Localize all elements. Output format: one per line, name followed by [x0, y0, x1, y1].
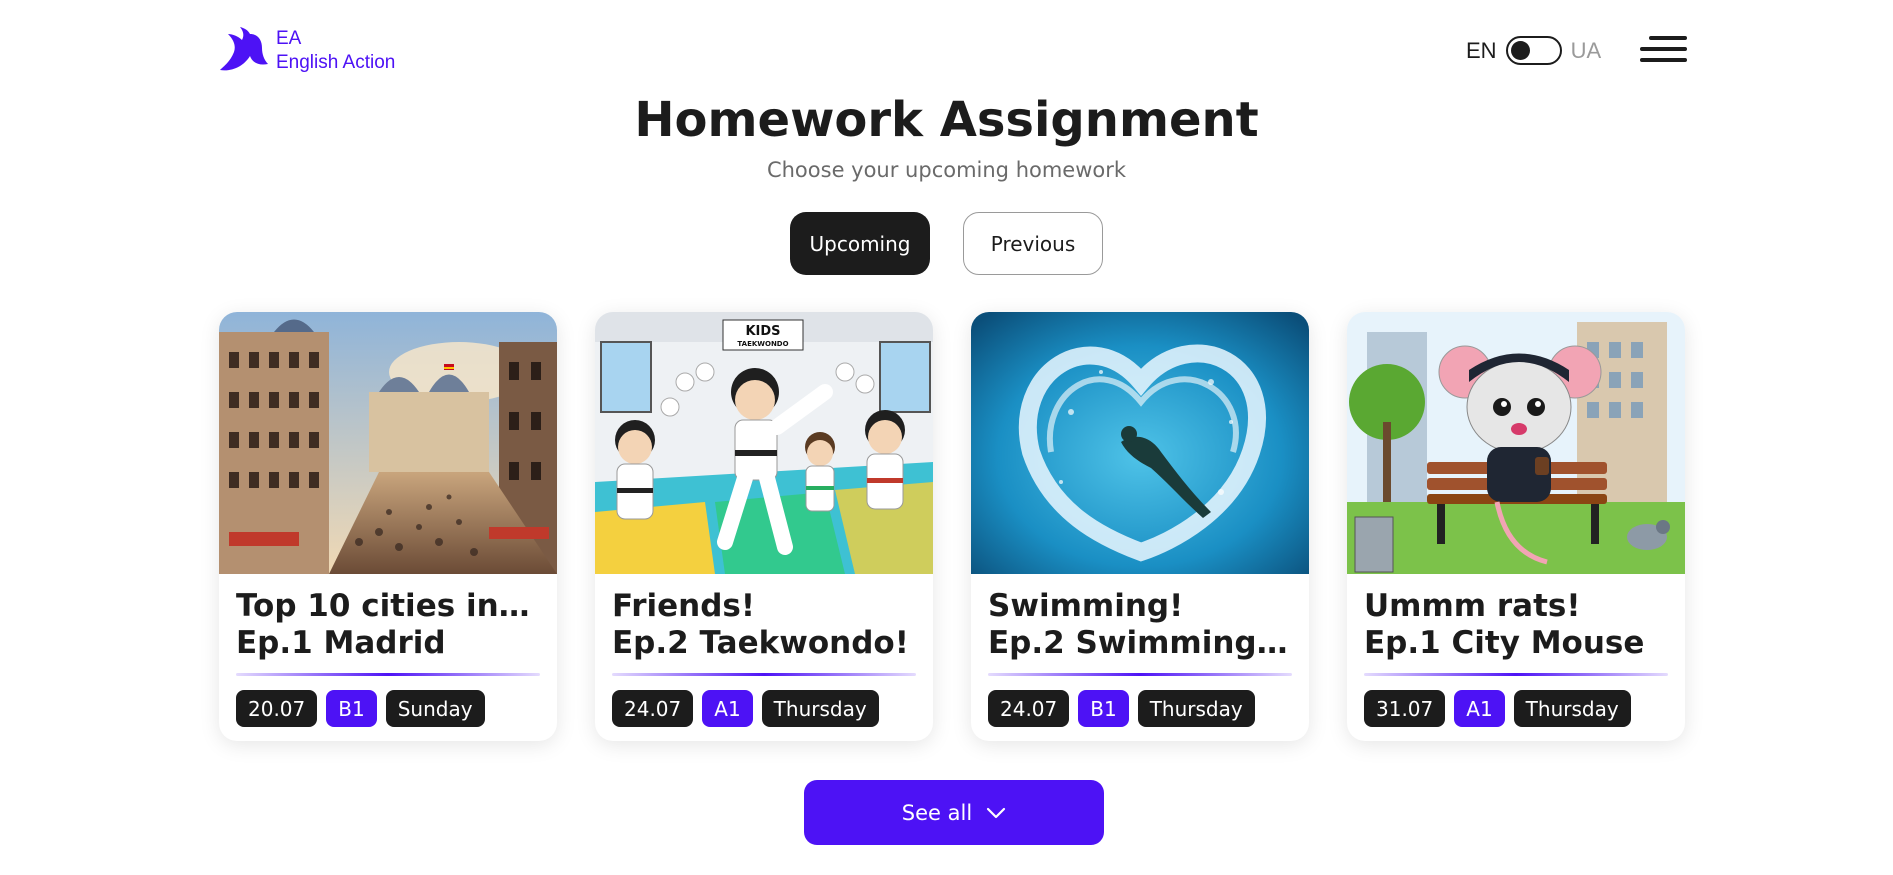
- homework-tabs: Upcoming Previous: [0, 212, 1893, 275]
- level-badge: B1: [326, 690, 377, 727]
- tab-upcoming[interactable]: Upcoming: [790, 212, 930, 275]
- card-title-series: Ummm rats!: [1364, 588, 1581, 624]
- swimmer-underwater-image: [971, 312, 1309, 574]
- day-badge: Sunday: [385, 690, 485, 727]
- day-badge: Thursday: [1137, 690, 1255, 727]
- homework-cards: Top 10 cities in Eu... Ep.1 Madrid 20.07…: [219, 312, 1685, 741]
- date-badge: 24.07: [612, 690, 694, 727]
- tab-previous[interactable]: Previous: [963, 212, 1103, 275]
- logo[interactable]: EA English Action: [218, 26, 395, 76]
- card-title-episode: Ep.2 Swimming b...: [988, 625, 1292, 661]
- card-body: Friends! Ep.2 Taekwondo! 24.07 A1 Thursd…: [595, 574, 933, 727]
- day-badge: Thursday: [761, 690, 879, 727]
- logo-name: English Action: [276, 52, 396, 73]
- level-badge: A1: [702, 690, 753, 727]
- language-toggle[interactable]: [1505, 36, 1562, 65]
- card-tags: 24.07 B1 Thursday: [988, 690, 1292, 727]
- card-title-series: Top 10 cities in Eu...: [236, 588, 540, 624]
- taekwondo-kids-image: KIDS TAEKWONDO: [595, 312, 933, 574]
- see-all-label: See all: [901, 800, 973, 825]
- card-title-episode: Ep.1 City Mouse: [1364, 625, 1645, 661]
- card-divider: [612, 673, 916, 676]
- card-tags: 31.07 A1 Thursday: [1364, 690, 1668, 727]
- card-tags: 20.07 B1 Sunday: [236, 690, 540, 727]
- level-badge: A1: [1454, 690, 1505, 727]
- logo-text: EA English Action: [276, 27, 395, 75]
- hamburger-menu-icon[interactable]: [1640, 36, 1687, 64]
- toggle-knob: [1510, 41, 1530, 60]
- day-badge: Thursday: [1513, 690, 1631, 727]
- date-badge: 24.07: [988, 690, 1070, 727]
- card-tags: 24.07 A1 Thursday: [612, 690, 916, 727]
- card-divider: [988, 673, 1292, 676]
- svg-text:TAEKWONDO: TAEKWONDO: [737, 340, 788, 348]
- bird-logo-icon: [220, 27, 268, 71]
- card-body: Swimming! Ep.2 Swimming b... 24.07 B1 Th…: [971, 574, 1309, 727]
- page-subtitle: Choose your upcoming homework: [766, 158, 1127, 182]
- lang-ua-label[interactable]: UA: [1571, 38, 1602, 64]
- card-title-episode: Ep.1 Madrid: [236, 625, 446, 661]
- madrid-street-image: [219, 312, 557, 574]
- date-badge: 31.07: [1364, 690, 1446, 727]
- card-divider: [236, 673, 540, 676]
- homework-card[interactable]: KIDS TAEKWONDO Friends! Ep.2 Taekwondo! …: [595, 312, 933, 741]
- level-badge: B1: [1078, 690, 1129, 727]
- language-switch: EN UA: [1466, 36, 1601, 65]
- page-title: Homework Assignment: [634, 92, 1259, 148]
- card-divider: [1364, 673, 1668, 676]
- card-title-series: Swimming!: [988, 588, 1184, 624]
- chevron-down-icon: [987, 807, 1006, 818]
- card-title-episode: Ep.2 Taekwondo!: [612, 625, 909, 661]
- logo-abbr: EA: [276, 28, 302, 49]
- city-mouse-image: [1347, 312, 1685, 574]
- homework-card[interactable]: Ummm rats! Ep.1 City Mouse 31.07 A1 Thur…: [1347, 312, 1685, 741]
- lang-en-label[interactable]: EN: [1466, 38, 1497, 64]
- homework-card[interactable]: Swimming! Ep.2 Swimming b... 24.07 B1 Th…: [971, 312, 1309, 741]
- card-body: Ummm rats! Ep.1 City Mouse 31.07 A1 Thur…: [1347, 574, 1685, 727]
- homework-card[interactable]: Top 10 cities in Eu... Ep.1 Madrid 20.07…: [219, 312, 557, 741]
- see-all-button[interactable]: See all: [804, 780, 1104, 845]
- card-body: Top 10 cities in Eu... Ep.1 Madrid 20.07…: [219, 574, 557, 727]
- svg-text:KIDS: KIDS: [745, 324, 780, 339]
- card-title-series: Friends!: [612, 588, 755, 624]
- date-badge: 20.07: [236, 690, 318, 727]
